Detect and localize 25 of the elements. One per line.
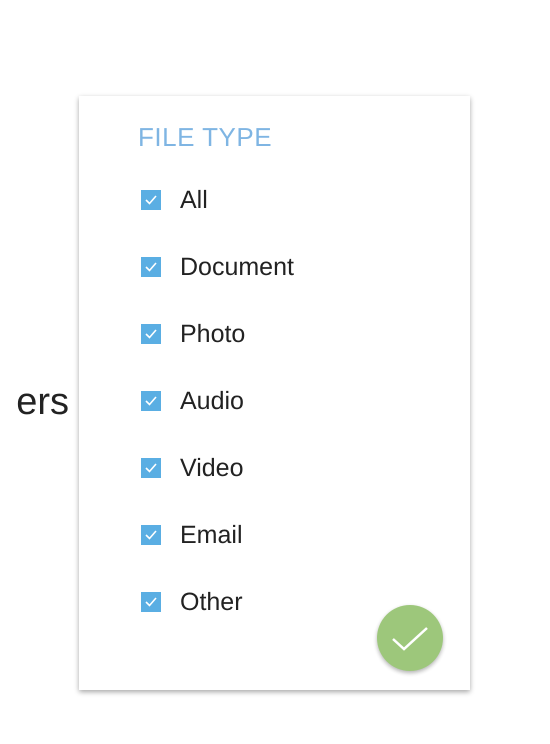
option-label: Document (180, 252, 294, 282)
confirm-button[interactable] (377, 605, 443, 671)
checkbox[interactable] (141, 390, 161, 410)
tick-icon (144, 394, 158, 406)
page-title: ers (16, 383, 69, 421)
option-label: Other (180, 586, 243, 616)
check-icon (391, 625, 429, 651)
tick-icon (144, 328, 158, 340)
checkbox[interactable] (141, 458, 161, 478)
checkbox[interactable] (141, 190, 161, 210)
tick-icon (144, 194, 158, 206)
option-label: Audio (180, 386, 244, 416)
tick-icon (144, 462, 158, 474)
checkbox[interactable] (141, 592, 161, 612)
option-label: Photo (180, 318, 246, 348)
tick-icon (144, 260, 158, 272)
option-label: Email (180, 520, 243, 550)
tick-icon (144, 596, 158, 608)
section-heading: FILE TYPE (138, 122, 272, 152)
option-label: Video (180, 452, 244, 482)
checkbox[interactable] (141, 256, 161, 276)
checkbox[interactable] (141, 524, 161, 544)
checkbox[interactable] (141, 324, 161, 344)
option-label: All (180, 184, 208, 214)
tick-icon (144, 528, 158, 540)
